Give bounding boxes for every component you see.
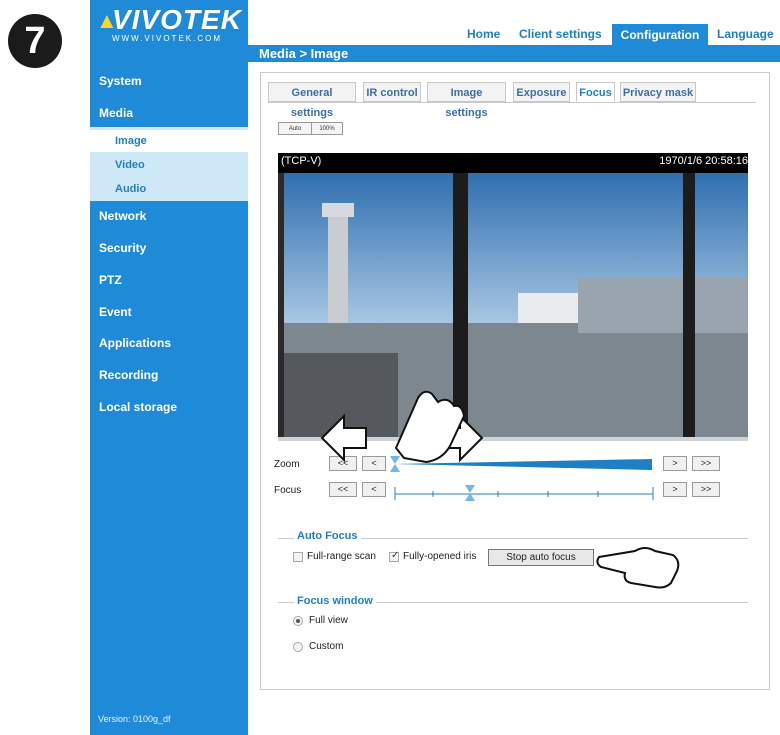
radio-selected-dot xyxy=(296,619,300,623)
view-auto-label: Auto xyxy=(288,126,302,132)
fully-opened-iris-checkbox[interactable]: ✓ xyxy=(389,550,400,562)
sidebar-item-ptz[interactable]: PTZ xyxy=(90,273,248,287)
focus-far-fast-button[interactable]: >> xyxy=(692,482,720,497)
top-nav-language[interactable]: Language xyxy=(717,27,774,41)
full-range-scan-label: Full-range scan xyxy=(307,551,376,562)
sidebar-item-video[interactable]: Video xyxy=(90,154,248,176)
focus-label: Focus xyxy=(274,485,302,496)
checkmark-icon: ✓ xyxy=(391,550,400,561)
tab-general-settings[interactable]: General settings xyxy=(268,82,356,119)
top-nav-home[interactable]: Home xyxy=(467,27,500,41)
tab-ir-control[interactable]: IR control xyxy=(363,82,421,102)
click-hand-icon xyxy=(596,547,680,589)
full-view-radio[interactable] xyxy=(293,616,303,626)
tab-exposure[interactable]: Exposure xyxy=(513,82,570,102)
full-range-scan-checkbox[interactable] xyxy=(293,552,303,562)
sidebar-item-system[interactable]: System xyxy=(90,74,248,88)
tab-divider xyxy=(268,102,756,103)
sidebar-item-applications[interactable]: Applications xyxy=(90,336,248,350)
focus-window-legend: Focus window xyxy=(294,595,376,607)
tab-focus[interactable]: Focus xyxy=(576,82,615,102)
view-100-label: 100% xyxy=(319,126,335,132)
breadcrumb: Media > Image xyxy=(259,46,349,61)
view-100-button[interactable]: 100% xyxy=(311,122,343,135)
sidebar-item-image[interactable]: Image xyxy=(90,130,248,152)
top-nav-configuration[interactable]: Configuration xyxy=(612,24,708,46)
sidebar-item-local-storage[interactable]: Local storage xyxy=(90,400,248,414)
zoom-tele-fast-button[interactable]: >> xyxy=(692,456,720,471)
zoom-gesture-hand-icon xyxy=(320,390,484,464)
sidebar-item-recording[interactable]: Recording xyxy=(90,368,248,382)
sidebar-item-audio[interactable]: Audio xyxy=(90,178,248,200)
video-connection-label: (TCP-V) xyxy=(281,155,322,167)
logo-url: WWW.VIVOTEK.COM xyxy=(112,34,222,43)
tab-privacy-mask[interactable]: Privacy mask xyxy=(620,82,696,102)
fully-opened-iris-label: Fully-opened iris xyxy=(403,551,477,562)
view-auto-button[interactable]: Auto xyxy=(278,122,312,135)
focus-slider[interactable] xyxy=(393,484,655,501)
zoom-tele-button[interactable]: > xyxy=(663,456,687,471)
stop-auto-focus-button[interactable]: Stop auto focus xyxy=(488,549,594,566)
top-nav-client-settings[interactable]: Client settings xyxy=(519,27,602,41)
tab-image-settings[interactable]: Image settings xyxy=(427,82,506,119)
focus-near-fast-button[interactable]: << xyxy=(329,482,357,497)
video-timestamp: 1970/1/6 20:58:16 xyxy=(659,155,748,167)
logo-brand: VIVOTEK xyxy=(112,4,242,35)
auto-focus-legend: Auto Focus xyxy=(294,530,361,542)
sidebar-item-media[interactable]: Media xyxy=(90,106,248,120)
custom-label: Custom xyxy=(309,641,344,652)
focus-far-button[interactable]: > xyxy=(663,482,687,497)
sidebar-item-network[interactable]: Network xyxy=(90,209,248,223)
sidebar-item-event[interactable]: Event xyxy=(90,305,248,319)
custom-radio[interactable] xyxy=(293,642,303,652)
zoom-label: Zoom xyxy=(274,459,300,470)
sidebar-item-security[interactable]: Security xyxy=(90,241,248,255)
version-label: Version: 0100g_df xyxy=(98,714,171,724)
full-view-label: Full view xyxy=(309,615,348,626)
step-number-badge: 7 xyxy=(8,14,62,68)
focus-near-button[interactable]: < xyxy=(362,482,386,497)
